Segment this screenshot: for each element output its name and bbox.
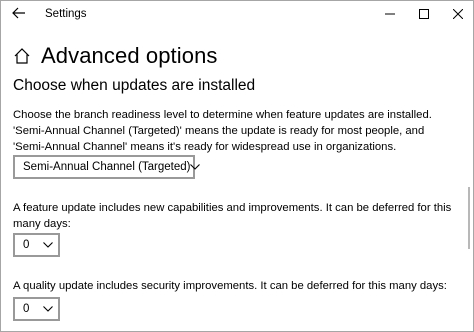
page-title: Advanced options: [41, 43, 218, 68]
chevron-down-icon: [190, 164, 201, 170]
close-button[interactable]: [441, 1, 473, 29]
scrollbar-thumb[interactable]: [468, 187, 470, 249]
title-bar: Settings: [1, 1, 473, 29]
branch-readiness-description: Choose the branch readiness level to det…: [13, 109, 432, 153]
feature-update-defer-dropdown[interactable]: 0: [13, 233, 60, 257]
feature-update-description: A feature update includes new capabiliti…: [13, 202, 452, 230]
chevron-down-icon: [38, 242, 58, 248]
minimize-button[interactable]: [373, 1, 407, 29]
maximize-button[interactable]: [407, 1, 441, 29]
section-title: Choose when updates are installed: [13, 77, 256, 94]
page-heading: Advanced options: [13, 41, 218, 71]
quality-update-defer-dropdown[interactable]: 0: [13, 297, 60, 321]
back-button[interactable]: [5, 3, 33, 27]
quality-update-defer-value: 0: [23, 303, 30, 315]
branch-readiness-dropdown[interactable]: Semi-Annual Channel (Targeted): [13, 155, 201, 179]
app-title: Settings: [45, 8, 87, 20]
branch-readiness-value: Semi-Annual Channel (Targeted): [23, 161, 191, 173]
chevron-down-icon: [38, 306, 58, 312]
minimize-icon: [385, 6, 395, 24]
quality-update-description: A quality update includes security impro…: [13, 280, 447, 292]
home-icon[interactable]: [13, 47, 31, 65]
scrollbar[interactable]: [465, 29, 473, 331]
maximize-icon: [419, 6, 429, 24]
settings-window: Settings Advanced options Choose when up…: [0, 0, 474, 332]
back-arrow-icon: [12, 6, 26, 24]
feature-update-defer-value: 0: [23, 239, 30, 251]
close-icon: [452, 6, 464, 24]
